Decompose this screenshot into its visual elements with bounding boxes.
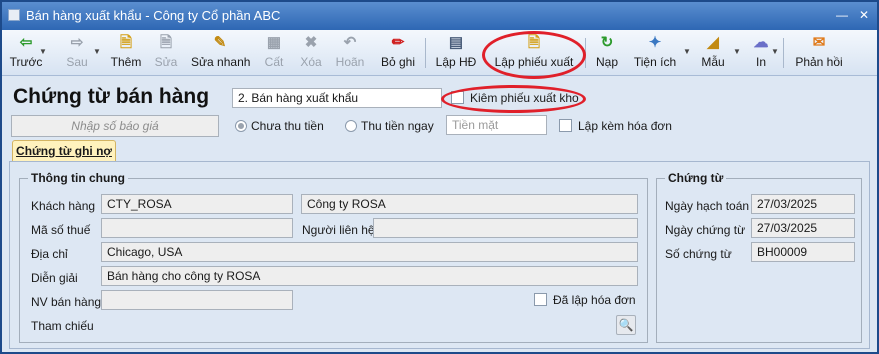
postpone-button[interactable]: ↶ Hoãn [333, 32, 367, 74]
save-icon: ▦ [266, 34, 282, 51]
new-document-icon: 🗎 [119, 34, 133, 51]
reload-button[interactable]: ↻ Nạp [592, 32, 622, 74]
undo-icon: ↶ [343, 34, 357, 51]
app-icon [8, 9, 20, 21]
print-button[interactable]: ☁ In [750, 32, 772, 74]
paid-now-radio[interactable] [345, 120, 357, 132]
chevron-down-icon[interactable]: ▼ [39, 47, 47, 56]
utilities-button[interactable]: ✦ Tiện ích [632, 32, 678, 74]
description-input[interactable]: Bán hàng cho công ty ROSA [101, 266, 638, 286]
edit-icon: 🗎 [159, 34, 173, 51]
chevron-down-icon[interactable]: ▼ [733, 47, 741, 56]
template-icon: ◢ [707, 34, 719, 51]
window-title: Bán hàng xuất khẩu - Công ty Cổ phần ABC [26, 8, 281, 23]
next-button[interactable]: ⇨ Sau [62, 32, 92, 74]
voucher-info-group: Chứng từ Ngày hạch toán 27/03/2025 Ngày … [656, 171, 862, 343]
chevron-down-icon[interactable]: ▼ [683, 47, 691, 56]
refresh-icon: ↻ [600, 34, 614, 51]
contact-input[interactable] [373, 218, 638, 238]
add-button[interactable]: 🗎 Thêm [108, 32, 144, 74]
combined-issue-checkbox[interactable] [451, 91, 464, 104]
voucher-info-title: Chứng từ [665, 171, 727, 185]
contact-label: Người liên hệ [302, 223, 375, 237]
create-issue-slip-button[interactable]: 🗎 Lập phiếu xuất [491, 32, 577, 74]
template-button[interactable]: ◢ Mẫu [698, 32, 728, 74]
customer-code-input[interactable]: CTY_ROSA [101, 194, 293, 214]
voucher-date-input[interactable]: 27/03/2025 [751, 218, 855, 238]
edit-button[interactable]: 🗎 Sửa [152, 32, 180, 74]
delete-button[interactable]: ✖ Xóa [297, 32, 325, 74]
address-input[interactable]: Chicago, USA [101, 242, 638, 262]
salesperson-input[interactable] [101, 290, 293, 310]
payment-method-select[interactable]: Tiền mặt [446, 115, 547, 135]
with-invoice-label: Lập kèm hóa đơn [578, 119, 672, 133]
voucher-number-input[interactable]: BH00009 [751, 242, 855, 262]
address-label: Địa chỉ [31, 247, 68, 261]
delete-icon: ✖ [304, 34, 318, 51]
voucher-type-select[interactable]: 2. Bán hàng xuất khẩu [232, 88, 442, 108]
paid-now-label: Thu tiền ngay [361, 119, 434, 133]
unpost-button[interactable]: ✏ Bỏ ghi [378, 32, 418, 74]
posting-date-label: Ngày hạch toán [665, 199, 750, 213]
create-invoice-button[interactable]: ▤ Lập HĐ [434, 32, 478, 74]
toolbar-divider [425, 38, 426, 68]
save-button[interactable]: ▦ Cất [260, 32, 288, 74]
chevron-down-icon[interactable]: ▼ [771, 47, 779, 56]
minimize-icon[interactable]: — [833, 7, 851, 23]
customer-name-input[interactable]: Công ty ROSA [301, 194, 638, 214]
toolbar-divider [783, 38, 784, 68]
tab-debit-voucher[interactable]: Chứng từ ghi nợ [12, 140, 116, 161]
print-icon: ☁ [753, 34, 769, 51]
salesperson-label: NV bán hàng [31, 295, 102, 309]
issue-slip-icon: 🗎 [527, 34, 541, 51]
arrow-right-icon: ⇨ [70, 34, 84, 51]
chevron-down-icon[interactable]: ▼ [93, 47, 101, 56]
arrow-left-icon: ⇦ [19, 34, 33, 51]
feedback-button[interactable]: ✉ Phản hồi [792, 32, 846, 74]
feedback-icon: ✉ [812, 34, 826, 51]
voucher-form: Chứng từ bán hàng 2. Bán hàng xuất khẩu … [2, 77, 877, 352]
title-bar: Bán hàng xuất khẩu - Công ty Cổ phần ABC… [2, 2, 877, 30]
sales-voucher-window: Bán hàng xuất khẩu - Công ty Cổ phần ABC… [0, 0, 879, 354]
voucher-date-label: Ngày chứng từ [665, 223, 746, 237]
invoice-icon: ▤ [448, 34, 464, 51]
tools-icon: ✦ [648, 34, 662, 51]
close-icon[interactable]: ✕ [855, 7, 873, 23]
tab-panel: Thông tin chung Khách hàng CTY_ROSA Công… [9, 161, 870, 349]
toolbar: ⇦ Trước ▼ ⇨ Sau ▼ 🗎 Thêm 🗎 Sửa ✎ Sửa nha… [2, 30, 877, 76]
tax-code-label: Mã số thuế [31, 223, 91, 237]
quote-number-input[interactable]: Nhập số báo giá [11, 115, 219, 137]
invoiced-label: Đã lập hóa đơn [553, 293, 636, 307]
quick-edit-icon: ✎ [213, 34, 227, 51]
page-title: Chứng từ bán hàng [13, 85, 210, 108]
general-info-group: Thông tin chung Khách hàng CTY_ROSA Công… [19, 171, 648, 343]
combined-issue-label: Kiêm phiếu xuất kho [470, 91, 579, 105]
tax-code-input[interactable] [101, 218, 293, 238]
reference-lookup-icon[interactable]: 🔍 [616, 315, 636, 335]
reference-label: Tham chiếu [31, 319, 94, 333]
toolbar-divider [585, 38, 586, 68]
quick-edit-button[interactable]: ✎ Sửa nhanh [191, 32, 250, 74]
invoiced-checkbox[interactable] [534, 293, 547, 306]
with-invoice-checkbox[interactable] [559, 119, 572, 132]
unpaid-label: Chưa thu tiền [251, 119, 324, 133]
unpost-icon: ✏ [391, 34, 405, 51]
customer-label: Khách hàng [31, 199, 96, 213]
general-info-title: Thông tin chung [28, 171, 128, 185]
description-label: Diễn giải [31, 271, 78, 285]
posting-date-input[interactable]: 27/03/2025 [751, 194, 855, 214]
unpaid-radio[interactable] [235, 120, 247, 132]
voucher-number-label: Số chứng từ [665, 247, 732, 261]
